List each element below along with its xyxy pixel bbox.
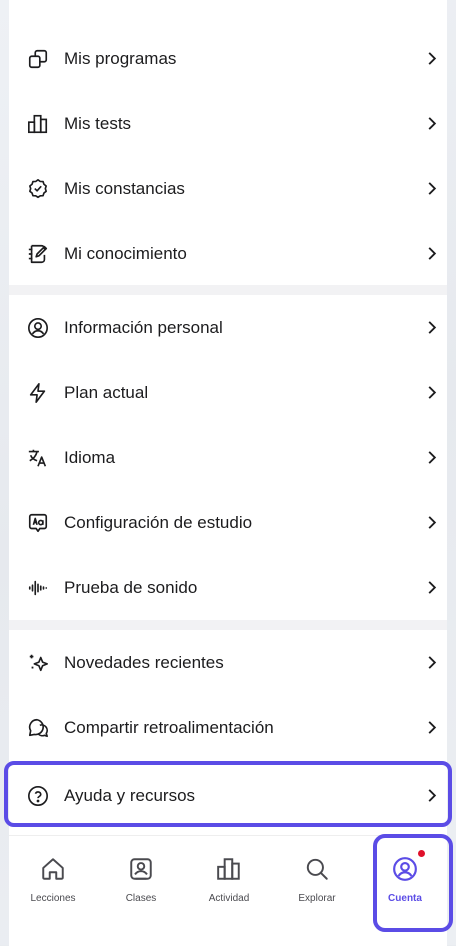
menu-item-mi-conocimiento[interactable]: Mi conocimiento: [9, 221, 447, 286]
tab-cuenta[interactable]: Cuenta: [361, 836, 449, 916]
menu-item-novedades-recientes[interactable]: Novedades recientes: [9, 630, 447, 695]
help-circle-icon: [25, 783, 51, 809]
chevron-right-icon: [425, 449, 439, 467]
chevron-right-icon: [425, 514, 439, 532]
menu-item-label: Ayuda y recursos: [64, 785, 196, 805]
home-icon: [40, 856, 66, 887]
activity-icon: [216, 856, 242, 887]
tab-explorar[interactable]: Explorar: [273, 836, 361, 916]
tab-label: Clases: [125, 893, 157, 904]
menu-item-label: Mis programas: [64, 48, 177, 68]
menu-item-label: Idioma: [64, 447, 116, 467]
tab-lecciones[interactable]: Lecciones: [9, 836, 97, 916]
notification-dot: [418, 850, 425, 857]
menu-item-label: Mis constancias: [64, 178, 185, 198]
tab-label: Actividad: [208, 893, 250, 904]
chevron-right-icon: [425, 654, 439, 672]
tab-clases[interactable]: Clases: [97, 836, 185, 916]
section-divider: [9, 620, 447, 630]
chevron-right-icon: [425, 579, 439, 597]
bottom-tab-bar: Lecciones Clases Actividad Explorar Cuen…: [9, 835, 447, 946]
menu-item-informacion-personal[interactable]: Información personal: [9, 295, 447, 360]
sparkle-icon: [25, 650, 51, 676]
menu-item-label: Mi conocimiento: [64, 243, 187, 263]
menu-item-prueba-de-sonido[interactable]: Prueba de sonido: [9, 555, 447, 620]
chevron-right-icon: [425, 180, 439, 198]
notebook-edit-icon: [25, 241, 51, 267]
menu-item-label: Novedades recientes: [64, 652, 224, 672]
menu-item-label: Mis tests: [64, 113, 132, 133]
account-menu-sheet: Mis programas Mis tests Mis constancias …: [9, 0, 447, 945]
menu-item-compartir-retroalimentacion[interactable]: Compartir retroalimentación: [9, 695, 447, 760]
menu-item-plan-actual[interactable]: Plan actual: [9, 360, 447, 425]
menu-item-label: Plan actual: [64, 382, 149, 402]
menu-item-label: Prueba de sonido: [64, 577, 198, 597]
menu-item-mis-tests[interactable]: Mis tests: [9, 91, 447, 156]
chevron-right-icon: [425, 719, 439, 737]
feedback-icon: [25, 715, 51, 741]
chevron-right-icon: [425, 319, 439, 337]
chevron-right-icon: [425, 245, 439, 263]
account-icon: [392, 850, 425, 887]
copy-icon: [25, 46, 51, 72]
settings-section: Información personal Plan actual Idioma …: [9, 295, 447, 620]
chevron-right-icon: [425, 787, 439, 805]
translate-icon: [25, 445, 51, 471]
tab-label: Lecciones: [30, 893, 76, 904]
menu-item-mis-programas[interactable]: Mis programas: [9, 26, 447, 91]
classes-icon: [128, 856, 154, 887]
menu-item-configuracion-de-estudio[interactable]: Configuración de estudio: [9, 490, 447, 555]
chevron-right-icon: [425, 115, 439, 133]
tab-label: Explorar: [298, 893, 336, 904]
lightning-icon: [25, 380, 51, 406]
menu-item-idioma[interactable]: Idioma: [9, 425, 447, 490]
tab-actividad[interactable]: Actividad: [185, 836, 273, 916]
support-section: Novedades recientes Compartir retroalime…: [9, 630, 447, 830]
chevron-right-icon: [425, 50, 439, 68]
search-icon: [304, 856, 330, 887]
certificate-icon: [25, 176, 51, 202]
menu-item-mis-constancias[interactable]: Mis constancias: [9, 156, 447, 221]
bar-chart-icon: [25, 111, 51, 137]
sound-wave-icon: [25, 575, 51, 601]
menu-item-ayuda-y-recursos[interactable]: Ayuda y recursos: [9, 763, 447, 828]
menu-item-label: Información personal: [64, 317, 223, 337]
chevron-right-icon: [425, 384, 439, 402]
menu-item-label: Compartir retroalimentación: [64, 717, 274, 737]
menu-item-label: Configuración de estudio: [64, 512, 253, 532]
section-divider: [9, 285, 447, 295]
tab-label: Cuenta: [388, 893, 422, 904]
user-circle-icon: [25, 315, 51, 341]
study-settings-icon: [25, 510, 51, 536]
learning-section: Mis programas Mis tests Mis constancias …: [9, 0, 447, 285]
